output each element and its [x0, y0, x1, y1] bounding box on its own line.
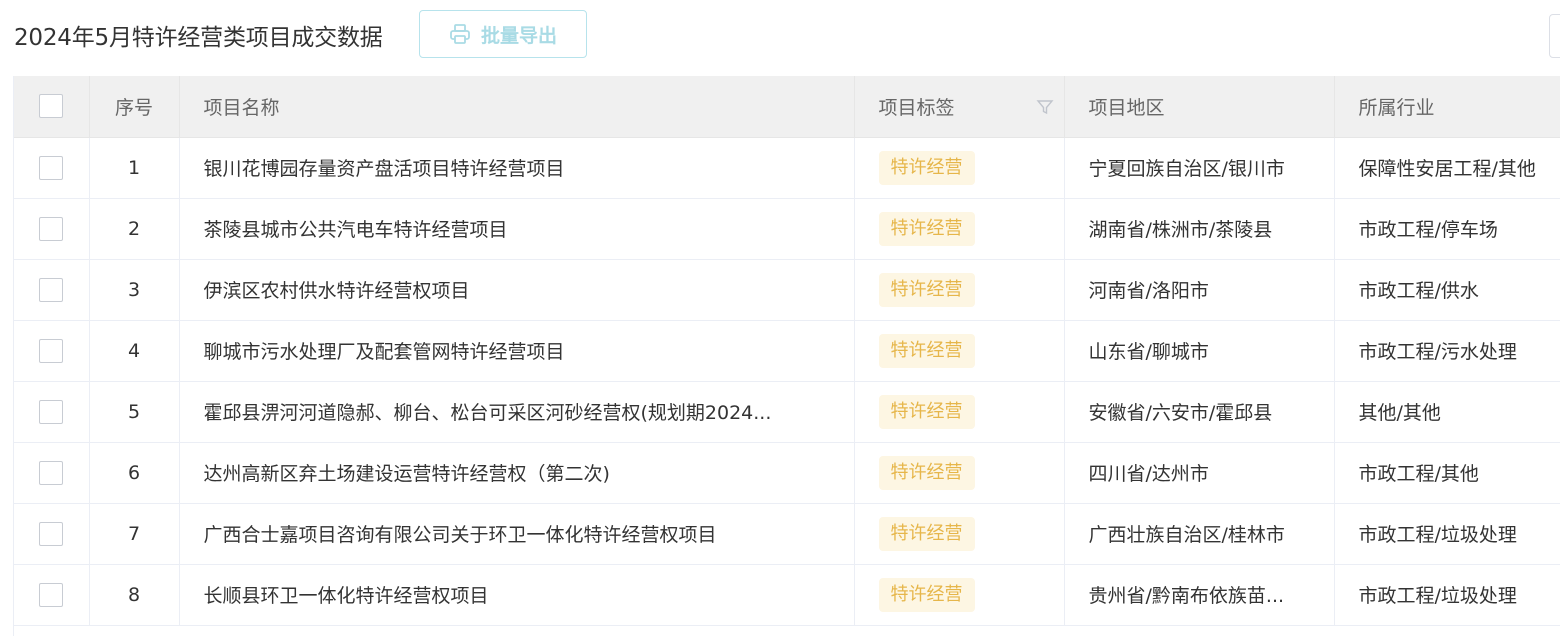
- table-row[interactable]: 2 茶陵县城市公共汽电车特许经营项目 特许经营 湖南省/株洲市/茶陵县 市政工程…: [14, 198, 1560, 260]
- row-project-name[interactable]: 茶陵县城市公共汽电车特许经营项目: [179, 198, 855, 260]
- row-index: 8: [89, 564, 180, 626]
- row-project-name[interactable]: 聊城市污水处理厂及配套管网特许经营项目: [179, 320, 855, 382]
- row-region: 山东省/聊城市: [1064, 320, 1335, 382]
- table-header-row: 序号 项目名称 项目标签 项目地区 所属行业: [14, 76, 1560, 138]
- row-tag: 特许经营: [878, 272, 975, 307]
- row-tag: 特许经营: [878, 577, 975, 612]
- row-checkbox[interactable]: [39, 216, 64, 241]
- row-region: 贵州省/黔南布依族苗...: [1064, 564, 1335, 626]
- row-tag: 特许经营: [878, 394, 975, 429]
- row-region: 四川省/达州市: [1064, 442, 1335, 504]
- row-tag-cell: 特许经营: [854, 503, 1065, 565]
- printer-icon: [449, 23, 471, 45]
- table-row[interactable]: 6 达州高新区弃土场建设运营特许经营权（第二次) 特许经营 四川省/达州市 市政…: [14, 442, 1560, 504]
- header-project-name: 项目名称: [179, 76, 855, 138]
- row-industry: 市政工程/垃圾处理: [1334, 503, 1560, 565]
- select-all-checkbox[interactable]: [39, 94, 64, 119]
- row-select-cell: [14, 442, 90, 504]
- row-checkbox[interactable]: [39, 460, 64, 485]
- row-index: 6: [89, 442, 180, 504]
- projects-table: 序号 项目名称 项目标签 项目地区 所属行业 1 银川花博园存量资产盘活项目特许…: [13, 76, 1560, 636]
- row-checkbox[interactable]: [39, 338, 64, 363]
- row-checkbox[interactable]: [39, 277, 64, 302]
- row-select-cell: [14, 381, 90, 443]
- header-select-all-cell: [14, 76, 90, 138]
- row-tag: 特许经营: [878, 516, 975, 551]
- row-tag-cell: 特许经营: [854, 442, 1065, 504]
- row-region: 湖南省/株洲市/茶陵县: [1064, 198, 1335, 260]
- toolbar-right-control[interactable]: [1549, 14, 1560, 58]
- header-project-region: 项目地区: [1064, 76, 1335, 138]
- row-tag: 特许经营: [878, 333, 975, 368]
- row-industry: 市政工程/垃圾处理: [1334, 564, 1560, 626]
- row-tag-cell: 特许经营: [854, 381, 1065, 443]
- row-select-cell: [14, 564, 90, 626]
- row-select-cell: [14, 503, 90, 565]
- toolbar: 2024年5月特许经营类项目成交数据 批量导出: [0, 0, 1560, 70]
- batch-export-label: 批量导出: [480, 24, 557, 47]
- batch-export-button[interactable]: 批量导出: [419, 10, 587, 58]
- row-checkbox[interactable]: [39, 155, 64, 180]
- header-project-tag-label: 项目标签: [878, 96, 955, 119]
- row-index: 4: [89, 320, 180, 382]
- page-title: 2024年5月特许经营类项目成交数据: [14, 25, 383, 51]
- row-region: 河南省/洛阳市: [1064, 259, 1335, 321]
- row-tag: 特许经营: [878, 211, 975, 246]
- row-tag-cell: 特许经营: [854, 198, 1065, 260]
- table-row[interactable]: 8 长顺县环卫一体化特许经营权项目 特许经营 贵州省/黔南布依族苗... 市政工…: [14, 564, 1560, 626]
- table-row[interactable]: 5 霍邱县淠河河道隐郝、柳台、松台可采区河砂经营权(规划期2024... 特许经…: [14, 381, 1560, 443]
- table-row[interactable]: 3 伊滨区农村供水特许经营权项目 特许经营 河南省/洛阳市 市政工程/供水: [14, 259, 1560, 321]
- row-select-cell: [14, 259, 90, 321]
- row-industry: 市政工程/供水: [1334, 259, 1560, 321]
- row-checkbox[interactable]: [39, 521, 64, 546]
- row-industry: 市政工程/其他: [1334, 442, 1560, 504]
- row-checkbox[interactable]: [39, 582, 64, 607]
- row-industry: 市政工程/污水处理: [1334, 320, 1560, 382]
- row-index: 3: [89, 259, 180, 321]
- row-tag: 特许经营: [878, 455, 975, 490]
- filter-icon[interactable]: [1035, 98, 1054, 121]
- row-region: 宁夏回族自治区/银川市: [1064, 137, 1335, 199]
- row-project-name[interactable]: 霍邱县淠河河道隐郝、柳台、松台可采区河砂经营权(规划期2024...: [179, 381, 855, 443]
- row-project-name[interactable]: 广西合士嘉项目咨询有限公司关于环卫一体化特许经营权项目: [179, 503, 855, 565]
- row-index: 7: [89, 503, 180, 565]
- table-row[interactable]: 7 广西合士嘉项目咨询有限公司关于环卫一体化特许经营权项目 特许经营 广西壮族自…: [14, 503, 1560, 565]
- row-tag-cell: 特许经营: [854, 259, 1065, 321]
- row-tag-cell: 特许经营: [854, 320, 1065, 382]
- row-industry: 保障性安居工程/其他: [1334, 137, 1560, 199]
- row-tag: 特许经营: [878, 150, 975, 185]
- row-select-cell: [14, 320, 90, 382]
- row-industry: 其他/其他: [1334, 381, 1560, 443]
- row-index: 1: [89, 137, 180, 199]
- row-industry: 市政工程/停车场: [1334, 198, 1560, 260]
- row-tag-cell: 特许经营: [854, 564, 1065, 626]
- header-project-tag: 项目标签: [854, 76, 1065, 138]
- row-select-cell: [14, 198, 90, 260]
- row-index: 2: [89, 198, 180, 260]
- row-index: 5: [89, 381, 180, 443]
- header-index: 序号: [89, 76, 180, 138]
- row-tag-cell: 特许经营: [854, 137, 1065, 199]
- row-project-name[interactable]: 伊滨区农村供水特许经营权项目: [179, 259, 855, 321]
- table-row[interactable]: 4 聊城市污水处理厂及配套管网特许经营项目 特许经营 山东省/聊城市 市政工程/…: [14, 320, 1560, 382]
- row-checkbox[interactable]: [39, 399, 64, 424]
- table-row[interactable]: 1 银川花博园存量资产盘活项目特许经营项目 特许经营 宁夏回族自治区/银川市 保…: [14, 137, 1560, 199]
- row-project-name[interactable]: 银川花博园存量资产盘活项目特许经营项目: [179, 137, 855, 199]
- row-select-cell: [14, 137, 90, 199]
- row-region: 广西壮族自治区/桂林市: [1064, 503, 1335, 565]
- row-project-name[interactable]: 长顺县环卫一体化特许经营权项目: [179, 564, 855, 626]
- row-project-name[interactable]: 达州高新区弃土场建设运营特许经营权（第二次): [179, 442, 855, 504]
- header-industry: 所属行业: [1334, 76, 1560, 138]
- row-region: 安徽省/六安市/霍邱县: [1064, 381, 1335, 443]
